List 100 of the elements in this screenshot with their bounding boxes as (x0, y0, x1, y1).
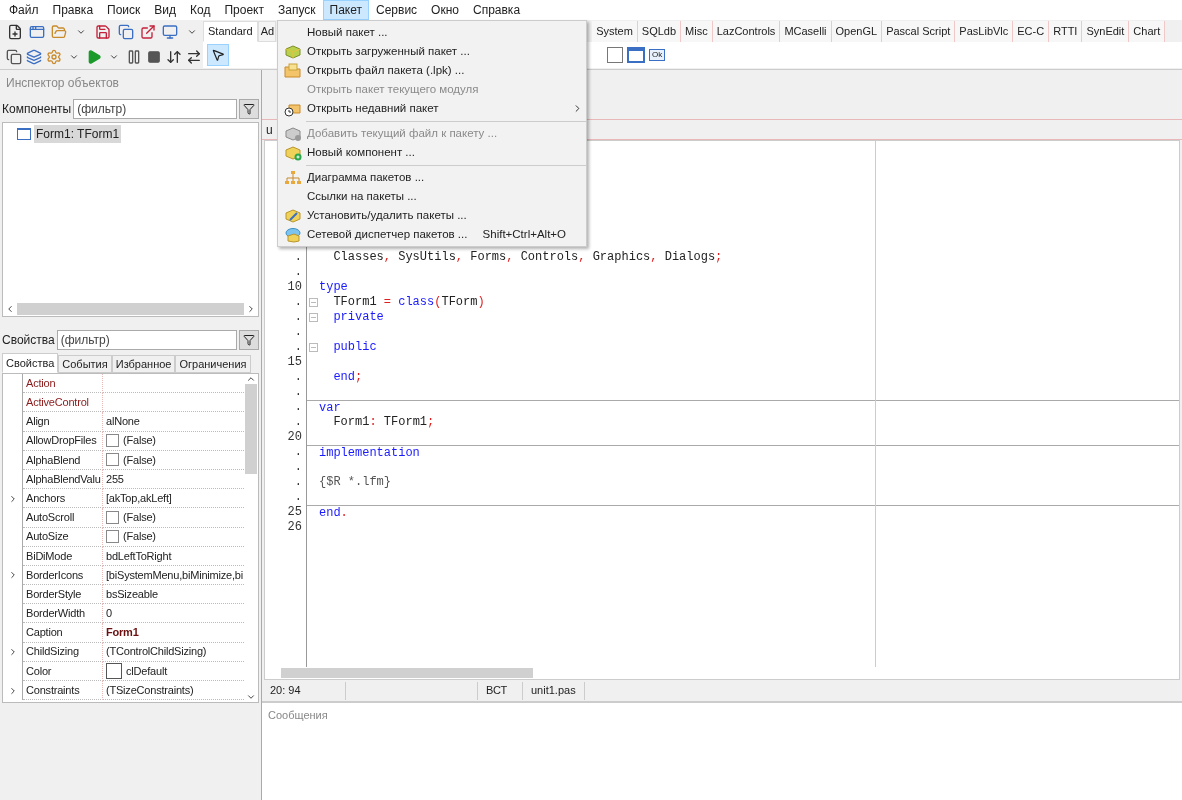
property-value[interactable]: Form1 (106, 624, 139, 641)
scrollbar-thumb[interactable] (17, 303, 244, 315)
checkbox[interactable] (106, 453, 119, 467)
property-name: BorderStyle (23, 585, 103, 605)
inspector-tab[interactable]: События (58, 355, 112, 373)
inspector-tab[interactable]: Избранное (111, 355, 176, 373)
property-value[interactable]: bdLeftToRight (106, 547, 172, 565)
palette-tab[interactable]: LazControls (712, 21, 781, 42)
palette-tab[interactable]: MCaselli (780, 21, 832, 42)
line-number: . (293, 385, 303, 400)
filter-field[interactable]: (фильтр) (73, 99, 237, 119)
checkbox[interactable] (106, 510, 119, 524)
line-number: 25 (286, 505, 303, 520)
property-value[interactable]: alNone (106, 413, 140, 430)
tree-item[interactable]: Form1: TForm1 (34, 125, 122, 143)
menu-item[interactable]: Новый пакет ... (278, 23, 586, 42)
menu-item[interactable]: Правка (45, 0, 101, 20)
menu-item[interactable]: Диаграмма пакетов ... (278, 168, 586, 187)
line-number: . (293, 475, 303, 490)
inspector-tab[interactable]: Ограничения (175, 355, 251, 373)
code-line: public (332, 340, 377, 355)
filter-field[interactable]: (фильтр) (56, 330, 237, 350)
clear-filter-icon[interactable] (239, 99, 259, 119)
scroll-up-icon[interactable] (246, 374, 256, 384)
property-value[interactable]: (False) (123, 509, 156, 526)
property-value[interactable]: (False) (123, 432, 156, 449)
property-value[interactable]: (TSizeConstraints) (106, 681, 194, 699)
property-value[interactable]: (TControlChildSizing) (106, 643, 207, 660)
clear-filter-icon[interactable] (239, 330, 259, 350)
field-label: Компоненты (2, 101, 72, 118)
scrollbar-thumb[interactable] (281, 668, 533, 678)
menu-item[interactable]: Вид (147, 0, 184, 20)
code-line: TForm1 = class(TForm) (332, 295, 485, 310)
checkbox[interactable] (106, 434, 119, 448)
property-value[interactable]: 255 (106, 470, 124, 488)
code-line: end. (319, 505, 348, 521)
palette-tab[interactable]: SynEdit (1082, 21, 1130, 42)
new-component-icon (283, 144, 302, 161)
menu-item[interactable]: Справка (466, 0, 528, 20)
package-icon (283, 43, 302, 60)
menu-item[interactable]: Проект (217, 0, 271, 20)
property-value[interactable]: 0 (106, 605, 112, 622)
scroll-right-icon[interactable] (246, 304, 256, 314)
property-name: AutoScroll (23, 508, 103, 528)
property-value[interactable]: bsSizeable (106, 585, 158, 603)
property-value[interactable]: [akTop,akLeft] (106, 489, 172, 507)
menu-item[interactable]: Запуск (271, 0, 323, 20)
field-label: Свойства (2, 332, 55, 349)
palette-tab[interactable]: Misc (681, 21, 713, 42)
property-value[interactable]: [biSystemMenu,biMinimize,bi (106, 566, 244, 584)
palette-tab[interactable]: Standard (203, 21, 258, 42)
palette-tab[interactable]: System (592, 21, 638, 42)
code-line: implementation (319, 445, 420, 461)
property-name: Align (23, 412, 103, 432)
editor-tab[interactable]: u (266, 121, 273, 139)
palette-tab[interactable]: OpenGL (831, 21, 883, 42)
panel-title: Сообщения (267, 708, 329, 723)
dialog-button[interactable]: Ok (649, 49, 666, 61)
menu-item[interactable]: Файл (2, 0, 46, 20)
palette-tab[interactable]: SQLdb (637, 21, 682, 42)
menu-item[interactable]: Новый компонент ... (278, 143, 586, 162)
line-number: . (293, 340, 303, 355)
property-value[interactable]: clDefault (126, 662, 167, 680)
property-name: ActiveControl (23, 393, 103, 413)
property-name: AllowDropFiles (23, 431, 103, 451)
line-number: 20 (286, 430, 303, 445)
property-value[interactable]: (False) (123, 528, 156, 545)
panel-icon[interactable] (607, 47, 623, 63)
palette-tab[interactable]: RTTI (1049, 21, 1083, 42)
menu-item[interactable]: Сервис (369, 0, 425, 20)
palette-tab[interactable]: Pascal Script (882, 21, 956, 42)
menu-item[interactable]: Открыть недавний пакет (278, 99, 586, 118)
select-tool-icon[interactable] (207, 44, 229, 66)
menu-item[interactable]: Код (183, 0, 218, 20)
palette-tab[interactable]: PasLibVlc (955, 21, 1014, 42)
property-name: AutoSize (23, 527, 103, 547)
property-name: AlphaBlend (23, 450, 103, 470)
line-number: 10 (286, 280, 303, 295)
scrollbar-thumb[interactable] (245, 384, 257, 474)
line-number: . (293, 295, 303, 310)
menu-item[interactable]: Ссылки на пакеты ... (278, 187, 586, 206)
palette-tab[interactable]: Chart (1129, 21, 1166, 42)
menu-item[interactable]: Пакет (322, 0, 369, 20)
status-text: ВСТ (486, 683, 508, 699)
menu-item[interactable]: Открыть файл пакета (.lpk) ... (278, 61, 586, 80)
checkbox[interactable] (106, 530, 119, 544)
property-value[interactable]: (False) (123, 451, 156, 469)
palette-tab[interactable]: EC-C (1013, 21, 1050, 42)
line-number: . (293, 310, 303, 325)
menu-item[interactable]: Сетевой диспетчер пакетов ... Shift+Ctrl+Alt+O (278, 225, 586, 244)
form-icon[interactable] (627, 47, 645, 63)
menu-item[interactable]: Установить/удалить пакеты ... (278, 206, 586, 225)
line-number: . (293, 250, 303, 265)
scroll-left-icon[interactable] (5, 304, 15, 314)
line-number: . (293, 325, 303, 340)
scroll-down-icon[interactable] (246, 692, 256, 702)
menu-item[interactable]: Окно (424, 0, 466, 20)
menu-item[interactable]: Открыть загруженный пакет ... (278, 42, 586, 61)
menu-item[interactable]: Поиск (100, 0, 148, 20)
inspector-tab[interactable]: Свойства (2, 353, 59, 373)
